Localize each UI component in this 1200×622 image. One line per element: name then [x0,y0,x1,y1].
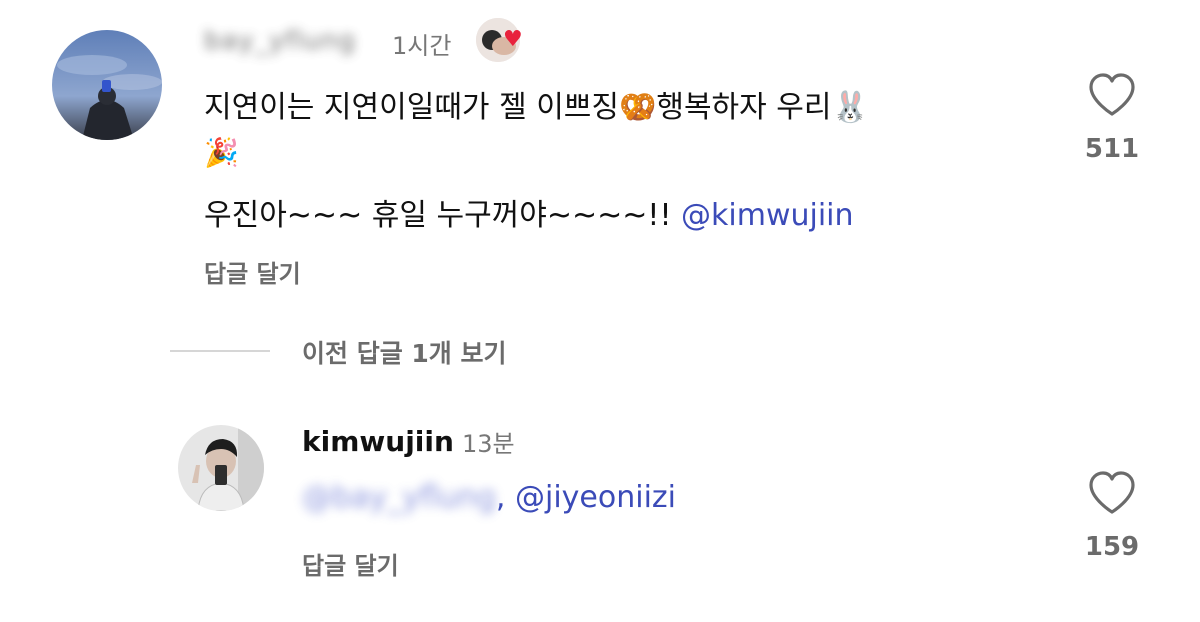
like-count: 511 [1084,134,1140,164]
comment-text-line: @bay_yflung, @jiyeoniizi [302,480,676,515]
heart-icon: ♥ [503,27,523,52]
like-button[interactable]: 511 [1082,72,1142,164]
comment-text-line: 우진아~~~ 휴일 누구꺼야~~~~!! @kimwujiin [204,190,854,234]
comment-username[interactable]: bay_yflung [204,26,356,56]
mention-link[interactable]: @kimwujiin [681,198,854,233]
comment-username[interactable]: kimwujiin [302,425,454,458]
mention-link[interactable]: @jiyeoniizi [515,480,676,515]
comment-text: , [495,480,515,515]
divider [170,350,270,352]
comment-text: 우진아~~~ 휴일 누구꺼야~~~~!! [204,198,682,233]
reply-button[interactable]: 답글 달기 [302,546,399,581]
like-button[interactable]: 159 [1082,470,1142,562]
party-popper-icon: 🎉 [204,136,239,169]
heart-outline-icon[interactable] [1087,72,1137,118]
avatar[interactable] [52,30,162,140]
reply-button[interactable]: 답글 달기 [204,254,301,289]
mention-link[interactable]: @bay_yflung [302,480,496,515]
heart-outline-icon[interactable] [1087,470,1137,516]
view-previous-replies[interactable]: 이전 답글 1개 보기 [302,334,507,370]
like-count: 159 [1084,532,1140,562]
avatar[interactable] [178,425,264,511]
comment-time: 1시간 [392,32,452,60]
comment-text-line: 지연이는 지연이일때가 젤 이쁘징🥨행복하자 우리🐰 [204,90,869,125]
comment-time: 13분 [462,430,515,458]
